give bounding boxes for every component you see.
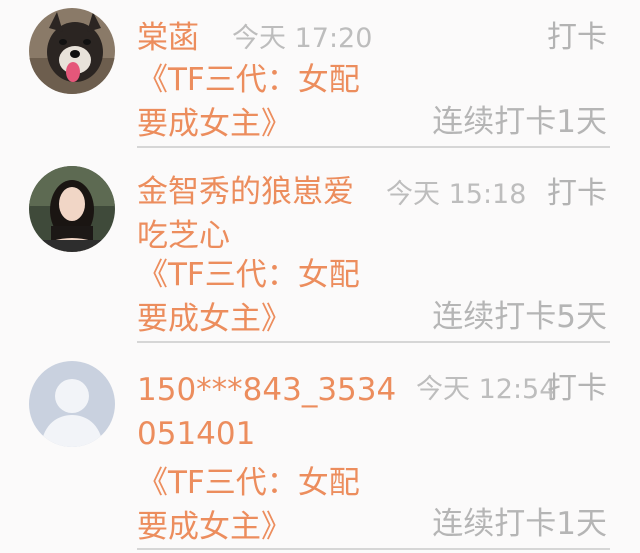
group-title[interactable]: 《TF三代：女配要成女主》: [137, 461, 382, 549]
group-title[interactable]: 《TF三代：女配要成女主》: [137, 253, 382, 341]
group-title[interactable]: 《TF三代：女配要成女主》: [137, 58, 382, 146]
dog-avatar-icon: [29, 8, 115, 94]
avatar[interactable]: [29, 361, 115, 447]
timestamp: 今天 17:20: [232, 23, 373, 54]
checkin-entry[interactable]: 棠菡 今天 17:20 打卡 《TF三代：女配要成女主》 连续打卡1天: [0, 0, 640, 150]
username[interactable]: 150***843_3534051401: [137, 368, 399, 456]
divider: [137, 548, 610, 550]
action-label: 打卡: [547, 20, 607, 55]
streak-label: 连续打卡1天: [432, 104, 607, 140]
default-user-icon: [29, 361, 115, 447]
streak-label: 连续打卡1天: [432, 506, 607, 542]
timestamp: 今天 15:18: [386, 179, 527, 210]
checkin-entry[interactable]: 150***843_3534051401 今天 12:54 打卡 《TF三代：女…: [0, 345, 640, 553]
checkin-feed: 棠菡 今天 17:20 打卡 《TF三代：女配要成女主》 连续打卡1天 金智秀的…: [0, 0, 640, 553]
username[interactable]: 棠菡: [137, 16, 199, 60]
checkin-entry[interactable]: 金智秀的狼崽爱吃芝心 今天 15:18 打卡 《TF三代：女配要成女主》 连续打…: [0, 150, 640, 345]
streak-label: 连续打卡5天: [432, 299, 607, 335]
woman-avatar-icon: [29, 166, 115, 252]
action-label: 打卡: [547, 176, 607, 211]
divider: [137, 146, 610, 148]
avatar[interactable]: [29, 166, 115, 252]
avatar[interactable]: [29, 8, 115, 94]
timestamp: 今天 12:54: [416, 374, 557, 405]
username[interactable]: 金智秀的狼崽爱吃芝心: [137, 170, 382, 258]
divider: [137, 341, 610, 343]
action-label: 打卡: [547, 371, 607, 406]
